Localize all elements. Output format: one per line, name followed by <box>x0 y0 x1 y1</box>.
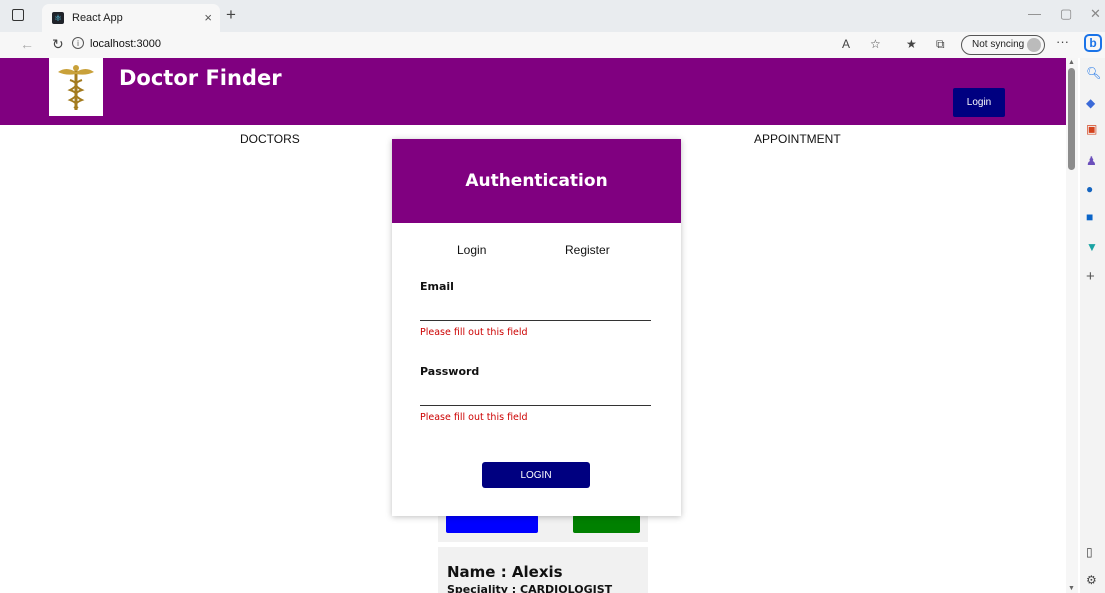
profile-avatar <box>1027 38 1041 52</box>
auth-modal: Authentication Login Register Email Plea… <box>392 139 681 516</box>
password-label: Password <box>420 365 480 378</box>
restore-icon[interactable]: ▢ <box>1060 6 1072 22</box>
url-text: localhost:3000 <box>90 38 161 50</box>
browser-tab-bar: ⚛ React App × + — ▢ ✕ <box>0 0 1105 32</box>
address-bar: ← ↻ i localhost:3000 A ☆ ★ ⧉ Not syncing… <box>0 32 1105 58</box>
tab-register[interactable]: Register <box>565 243 610 257</box>
page-scrollbar[interactable]: ▲ ▼ <box>1066 58 1078 593</box>
tab-login[interactable]: Login <box>457 243 486 257</box>
window-close-icon[interactable]: ✕ <box>1090 6 1101 22</box>
doctor-card: Name : Alexis Speciality : CARDIOLOGIST <box>438 547 648 593</box>
drop-icon[interactable]: ▼ <box>1086 240 1098 254</box>
back-icon[interactable]: ← <box>20 36 34 52</box>
read-aloud-icon[interactable]: A <box>842 37 850 51</box>
email-label: Email <box>420 280 454 293</box>
minimize-icon[interactable]: — <box>1028 6 1041 21</box>
microsoft-365-icon[interactable]: ● <box>1086 182 1093 196</box>
book-appointment-button[interactable] <box>446 515 538 533</box>
modal-header: Authentication <box>392 139 681 223</box>
search-icon[interactable]: 🔍︎ <box>1086 66 1101 80</box>
email-error: Please fill out this field <box>420 327 528 338</box>
add-favorite-icon[interactable]: ☆ <box>870 37 881 51</box>
sync-label: Not syncing <box>972 39 1025 50</box>
bing-copilot-icon[interactable]: b <box>1084 34 1102 52</box>
tab-title: React App <box>72 12 123 24</box>
react-favicon-icon: ⚛ <box>52 12 64 24</box>
site-info-icon[interactable]: i <box>72 37 84 49</box>
scroll-down-icon[interactable]: ▼ <box>1068 585 1075 592</box>
refresh-icon[interactable]: ↻ <box>52 36 64 53</box>
site-header: Doctor Finder Login <box>0 58 1066 125</box>
favorites-icon[interactable]: ★ <box>906 37 917 51</box>
login-submit-button[interactable]: LOGIN <box>482 462 590 488</box>
shopping-icon[interactable]: ◆ <box>1086 96 1095 110</box>
new-tab-button[interactable]: + <box>226 5 236 25</box>
header-login-button[interactable]: Login <box>953 88 1005 117</box>
url-field[interactable]: i localhost:3000 <box>72 37 161 50</box>
collections-icon[interactable]: ⧉ <box>936 37 945 52</box>
tab-close-icon[interactable]: × <box>204 10 212 25</box>
nav-doctors-link[interactable]: DOCTORS <box>240 132 300 146</box>
scroll-thumb[interactable] <box>1068 68 1075 170</box>
password-error: Please fill out this field <box>420 412 528 423</box>
doctor-speciality: Speciality : CARDIOLOGIST <box>447 583 613 593</box>
modal-title: Authentication <box>465 171 608 191</box>
sync-button[interactable]: Not syncing <box>961 35 1045 55</box>
add-sidebar-icon[interactable]: + <box>1086 268 1095 285</box>
games-icon[interactable]: ♟ <box>1086 154 1097 168</box>
browser-sidebar: 🔍︎ ◆ ▣ ♟ ● ■ ▼ + ▯ ⚙ <box>1080 58 1105 593</box>
tools-icon[interactable]: ▣ <box>1086 122 1097 136</box>
page-viewport: Doctor Finder Login DOCTORS APPOINTMENT … <box>0 58 1066 593</box>
browser-tab[interactable]: ⚛ React App × <box>42 4 220 32</box>
caduceus-logo <box>49 58 103 116</box>
scroll-up-icon[interactable]: ▲ <box>1068 59 1075 66</box>
sidebar-settings-icon[interactable]: ⚙ <box>1086 573 1097 587</box>
nav-appointment-link[interactable]: APPOINTMENT <box>754 132 841 146</box>
outlook-icon[interactable]: ■ <box>1086 210 1093 224</box>
more-menu-icon[interactable]: ··· <box>1056 34 1069 49</box>
password-field[interactable] <box>420 384 651 406</box>
doctor-name: Name : Alexis <box>447 563 563 581</box>
hide-sidebar-icon[interactable]: ▯ <box>1086 545 1093 559</box>
email-field[interactable] <box>420 299 651 321</box>
tab-actions-icon[interactable] <box>12 9 24 21</box>
brand-title: Doctor Finder <box>119 66 282 90</box>
view-details-button[interactable] <box>573 515 640 533</box>
